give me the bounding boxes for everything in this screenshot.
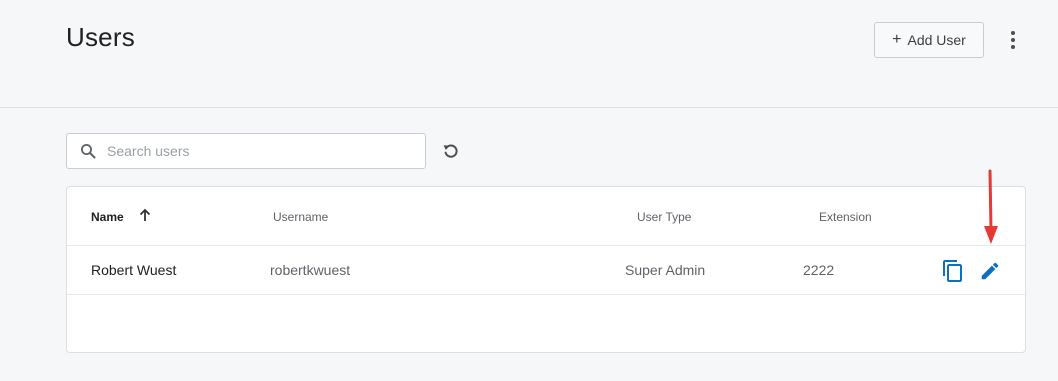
arrow-up-icon[interactable]	[138, 208, 152, 222]
column-header-user-type[interactable]: User Type	[637, 210, 691, 224]
cell-username: robertkwuest	[270, 262, 351, 278]
users-page: Users + Add User Name Username User Type	[0, 0, 1058, 381]
cell-name: Robert Wuest	[91, 262, 177, 278]
column-header-username[interactable]: Username	[273, 210, 328, 224]
more-options-icon[interactable]	[1004, 28, 1022, 52]
table-row: Robert Wuest robertkwuest Super Admin 22…	[67, 246, 1025, 295]
column-header-extension[interactable]: Extension	[819, 210, 872, 224]
cell-extension: 2222	[803, 262, 835, 278]
column-header-name[interactable]: Name	[91, 210, 124, 224]
search-icon	[81, 144, 96, 159]
table-header: Name Username User Type Extension	[67, 187, 1025, 246]
users-table: Name Username User Type Extension Robert…	[66, 186, 1026, 353]
add-user-label: Add User	[907, 32, 966, 48]
search-input[interactable]	[107, 134, 417, 168]
search-field[interactable]	[66, 133, 426, 169]
edit-icon[interactable]	[979, 260, 1001, 282]
copy-icon[interactable]	[941, 259, 965, 283]
cell-user-type: Super Admin	[625, 262, 706, 278]
refresh-icon[interactable]	[442, 142, 460, 160]
add-user-button[interactable]: + Add User	[874, 22, 984, 58]
page-title: Users	[66, 22, 135, 52]
plus-icon: +	[892, 30, 902, 48]
annotation-arrow	[984, 169, 998, 244]
page-header: Users + Add User	[0, 0, 1058, 108]
